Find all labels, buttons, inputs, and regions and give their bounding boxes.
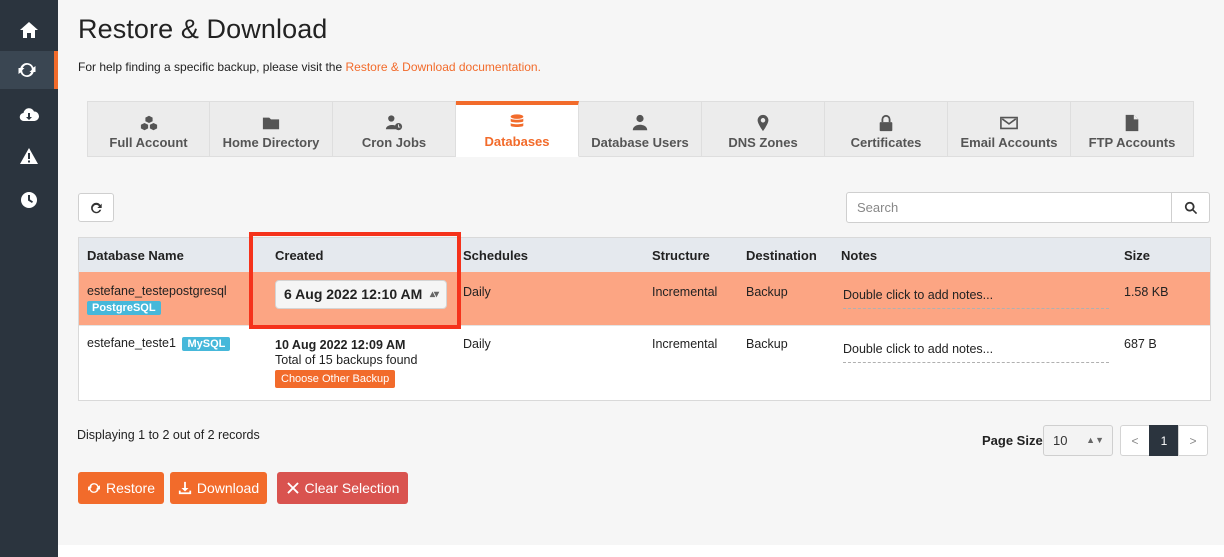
tab-home-directory[interactable]: Home Directory [210,101,333,157]
destination-cell: Backup [746,285,788,299]
search-button[interactable] [1172,192,1210,223]
page-size-select[interactable]: 10 ▲▼ [1043,425,1113,456]
search-bar [846,192,1210,223]
restore-button[interactable]: Restore [78,472,164,504]
page-size-value: 10 [1053,433,1068,448]
structure-cell: Incremental [652,337,718,351]
backups-count: Total of 15 backups found [275,353,418,367]
download-icon [178,481,191,495]
select-arrows-icon: ▲▼ [1086,435,1104,445]
size-cell: 687 B [1124,337,1157,351]
next-page-button[interactable]: > [1178,425,1208,456]
tab-label: Cron Jobs [361,135,427,150]
redo-icon [91,202,102,213]
download-button[interactable]: Download [170,472,267,504]
column-header[interactable]: Structure [652,238,710,272]
sidebar-item-downloads[interactable] [0,96,58,134]
clock-icon [21,192,37,208]
lock-icon [879,114,893,132]
tab-certificates[interactable]: Certificates [825,101,948,157]
structure-cell: Incremental [652,285,718,299]
created-value: 10 Aug 2022 12:09 AM [275,338,406,352]
database-name-cell: estefane_testepostgresql PostgreSQL [87,284,227,315]
destination-cell: Backup [746,337,788,351]
home-icon [20,22,38,38]
tab-label: Email Accounts [960,135,1058,150]
backup-type-tabs: Full Account Home Directory Cron Jobs Da… [87,101,1194,157]
help-prefix: For help finding a specific backup, plea… [78,60,346,74]
tab-ftp-accounts[interactable]: FTP Accounts [1071,101,1194,157]
notes-field[interactable]: Double click to add notes... [843,286,1109,309]
close-icon [286,482,299,494]
tab-email-accounts[interactable]: Email Accounts [948,101,1071,157]
database-type-badge: MySQL [182,337,231,351]
search-input[interactable] [846,192,1172,223]
tab-full-account[interactable]: Full Account [87,101,210,157]
clear-selection-label: Clear Selection [304,480,400,496]
tab-database-users[interactable]: Database Users [579,101,702,157]
tab-label: Full Account [109,135,188,150]
envelope-icon [1000,116,1018,130]
sidebar [0,0,58,557]
highlight-box [249,232,461,329]
database-name-cell: estefane_teste1 MySQL [87,336,231,351]
tab-label: Databases [484,134,550,149]
tab-label: Home Directory [222,135,320,150]
page-button-current[interactable]: 1 [1149,425,1179,456]
column-header[interactable]: Notes [841,238,877,272]
restore-label: Restore [105,480,156,496]
records-summary: Displaying 1 to 2 out of 2 records [77,428,260,442]
database-icon [510,114,524,127]
search-icon [1184,201,1197,214]
refresh-icon [88,483,100,493]
column-header[interactable]: Size [1124,238,1150,272]
sidebar-item-alerts[interactable] [0,137,58,175]
database-type-badge: PostgreSQL [87,301,161,315]
choose-other-backup-button[interactable]: Choose Other Backup [275,370,396,388]
size-cell: 1.58 KB [1124,285,1169,299]
tab-label: Database Users [591,135,689,150]
tab-dns-zones[interactable]: DNS Zones [702,101,825,157]
backups-table: Database Name Created Schedules Structur… [78,237,1211,401]
cubes-icon [140,115,157,131]
refresh-icon [18,63,36,77]
page-size-label: Page Size [982,433,1043,448]
file-icon [1125,114,1139,132]
cloud-download-icon [19,108,39,122]
clear-selection-button[interactable]: Clear Selection [277,472,408,504]
notes-field[interactable]: Double click to add notes... [843,340,1109,363]
pagination: < 1 > [1120,425,1208,456]
tab-databases[interactable]: Databases [456,101,579,157]
sidebar-item-home[interactable] [0,11,58,49]
column-header[interactable]: Destination [746,238,817,272]
folder-icon [262,117,280,130]
schedules-cell: Daily [463,285,491,299]
table-row[interactable]: estefane_teste1 MySQL 10 Aug 2022 12:09 … [79,326,1210,400]
tab-label: Certificates [850,135,922,150]
schedules-cell: Daily [463,337,491,351]
bottom-strip [58,545,1224,557]
created-cell: 10 Aug 2022 12:09 AM Total of 15 backups… [275,338,417,388]
help-text: For help finding a specific backup, plea… [78,60,541,74]
documentation-link[interactable]: Restore & Download documentation. [345,60,540,74]
warning-icon [20,148,38,164]
column-header[interactable]: Database Name [87,238,184,272]
download-label: Download [196,480,260,496]
sidebar-item-history[interactable] [0,181,58,219]
page-title: Restore & Download [78,14,328,44]
sidebar-item-restore[interactable] [0,51,58,89]
tab-cron-jobs[interactable]: Cron Jobs [333,101,456,157]
main-content: Restore & Download For help finding a sp… [58,0,1224,545]
map-marker-icon [757,114,769,132]
user-icon [632,114,648,131]
tab-label: FTP Accounts [1088,135,1176,150]
tab-label: DNS Zones [728,135,798,150]
prev-page-button[interactable]: < [1120,425,1150,456]
database-name: estefane_teste1 [87,336,176,350]
column-header[interactable]: Schedules [463,238,528,272]
refresh-button[interactable] [78,193,114,222]
user-clock-icon [385,115,403,131]
database-name: estefane_testepostgresql [87,284,227,298]
